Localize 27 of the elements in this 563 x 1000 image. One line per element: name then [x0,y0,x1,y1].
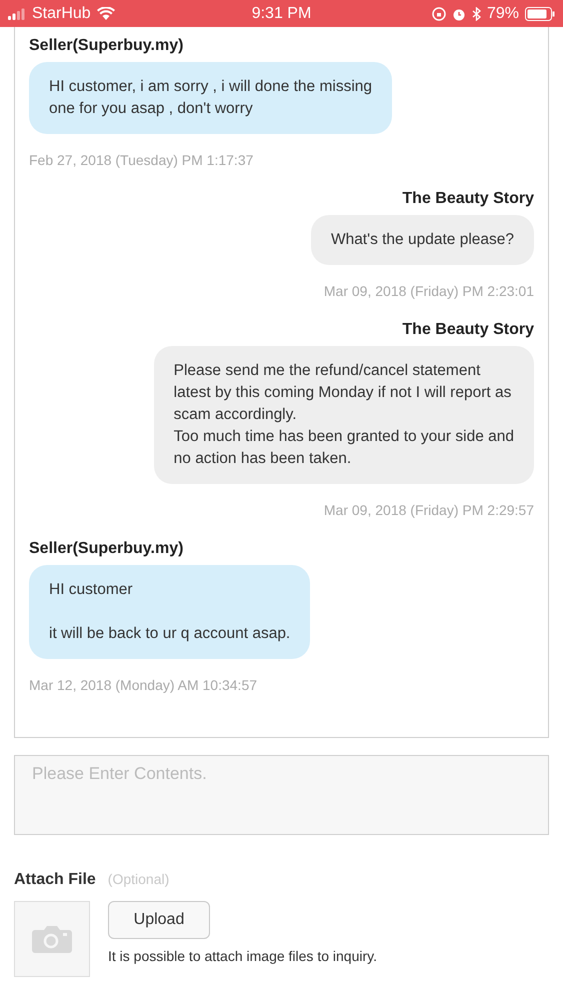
sender-name: The Beauty Story [402,321,534,339]
message-bubble: Please send me the refund/cancel statement latest by this coming Monday if not I will report as scam accordingly. Too much time has been granted to your side and no action has been taken. [154,346,534,484]
image-placeholder[interactable] [14,901,90,977]
message-time: Mar 12, 2018 (Monday) AM 10:34:57 [29,677,258,693]
clock-time: 9:31 PM [252,4,312,22]
sender-name: Seller(Superbuy.my) [29,540,184,558]
message-time: Mar 09, 2018 (Friday) PM 2:29:57 [324,502,534,518]
sender-name: The Beauty Story [402,190,534,208]
rotation-lock-icon [432,6,446,20]
alarm-icon [452,6,466,20]
attach-hint: It is possible to attach image files to inquiry. [108,948,377,964]
battery-percent: 79% [486,4,519,22]
message-time: Mar 09, 2018 (Friday) PM 2:23:01 [324,283,534,299]
attach-file-title: Attach File [14,871,96,889]
bluetooth-icon [472,6,481,20]
sender-name: Seller(Superbuy.my) [29,37,184,55]
battery-icon [525,6,555,20]
wifi-icon [96,7,115,20]
message-bubble: HI customer it will be back to ur q account asap. [29,565,310,659]
message-bubble: What's the update please? [310,215,534,265]
carrier-name: StarHub [32,4,91,22]
message-time: Feb 27, 2018 (Tuesday) PM 1:17:37 [29,152,254,168]
upload-button[interactable]: Upload [108,901,210,939]
contents-field[interactable]: Please Enter Contents. [14,755,549,835]
message-bubble: HI customer, i am sorry , i will done the missing one for you asap , don't worry [29,62,392,134]
signal-icon [8,8,26,20]
camera-icon [32,925,72,953]
